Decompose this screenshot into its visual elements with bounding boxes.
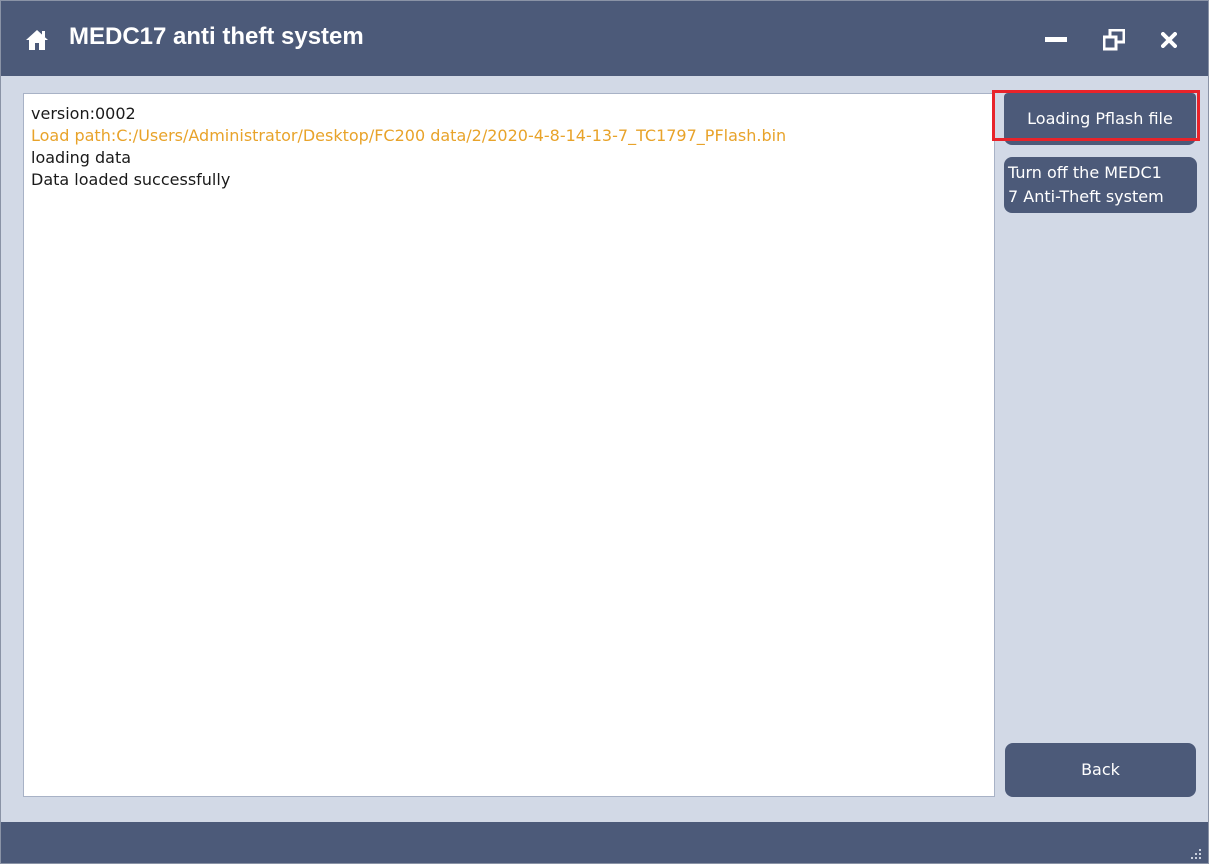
log-line-version: version:0002: [31, 104, 136, 123]
log-line-success: Data loaded successfully: [31, 170, 231, 189]
load-pflash-button[interactable]: Loading Pflash file: [1004, 93, 1196, 145]
log-line-loading: loading data: [31, 148, 132, 167]
home-icon[interactable]: [25, 29, 49, 51]
minimize-icon[interactable]: [1036, 21, 1076, 59]
back-button[interactable]: Back: [1005, 743, 1196, 797]
turn-off-anti-theft-button[interactable]: Turn off the MEDC1 7 Anti-Theft system: [1004, 157, 1197, 213]
title-bar[interactable]: MEDC17 anti theft system: [1, 1, 1208, 76]
status-bar: [1, 822, 1208, 863]
restore-icon[interactable]: [1094, 21, 1134, 59]
close-icon[interactable]: [1149, 21, 1189, 59]
resize-grip-icon[interactable]: [1190, 847, 1202, 859]
window-title: MEDC17 anti theft system: [69, 23, 364, 50]
app-window: MEDC17 anti theft system version:0002 Lo…: [0, 0, 1209, 864]
log-line-load-path: Load path:C:/Users/Administrator/Desktop…: [31, 126, 787, 145]
log-output[interactable]: version:0002 Load path:C:/Users/Administ…: [23, 93, 995, 797]
